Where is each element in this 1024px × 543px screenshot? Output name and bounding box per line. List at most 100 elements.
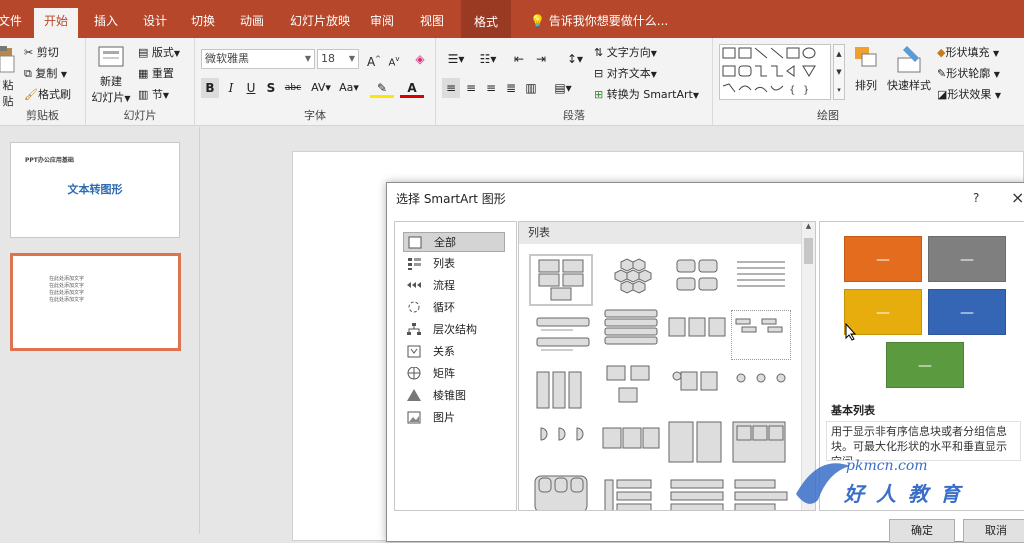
increase-indent-icon[interactable]: ⇥ [532,49,550,69]
tab-view[interactable]: 视图 [410,8,454,38]
category-cycle[interactable]: 循环 [403,298,505,318]
tab-transitions[interactable]: 切换 [181,8,225,38]
shapes-gallery[interactable]: {} [719,44,831,100]
change-case-icon[interactable]: Aa▾ [335,78,363,98]
smartart-basic-list[interactable] [529,254,593,306]
category-all[interactable]: 全部 [403,232,505,252]
effects-icon: ◪ [937,88,948,101]
smartart-half-circle-list[interactable] [533,424,593,474]
svg-text:{: { [789,85,795,96]
smartart-vertical-bullet-list[interactable] [533,314,593,364]
category-picture[interactable]: 图片 [403,408,505,428]
all-icon [408,236,422,249]
ok-button[interactable]: 确定 [889,519,955,543]
align-left-icon[interactable]: ≡ [442,78,460,98]
tab-review[interactable]: 审阅 [360,8,404,38]
char-spacing-icon[interactable]: AV▾ [307,78,335,98]
tab-home[interactable]: 开始 [34,8,79,38]
paste-button[interactable]: 粘贴 [0,44,18,109]
columns-icon[interactable]: ▤▾ [550,78,576,98]
smartart-hexagon-list[interactable] [601,256,661,306]
cycle-icon [408,301,420,313]
shadow-icon[interactable]: S [262,78,280,98]
smartart-grouped-box-list[interactable] [731,420,791,470]
watermark-brand: 好人教育 [844,482,972,506]
slide-thumbnail-pane: PPT办公应用基础 文本转图形 在此处添加文字 在此处添加文字 在此处添加文字 … [0,127,200,534]
shape-outline-button[interactable]: ✎形状轮廓 ▼ [937,65,1000,81]
smartart-stacked-list[interactable] [601,308,661,358]
smartart-grouped-list[interactable] [667,256,727,306]
lightbulb-icon: 💡 [530,14,545,28]
smartart-vertical-block-list[interactable] [667,478,727,510]
tab-format[interactable]: 格式 [461,0,511,38]
smartart-picture-caption-list[interactable] [601,364,661,414]
smartart-circle-list[interactable] [667,368,727,418]
format-painter-button[interactable]: 🖌格式刷 [24,86,71,102]
decrease-indent-icon[interactable]: ⇤ [510,49,528,69]
category-matrix[interactable]: 矩阵 [403,364,505,384]
quick-styles-button[interactable]: 快速样式 [885,44,933,93]
numbering-icon[interactable]: ☷▾ [474,49,502,69]
layout-button[interactable]: ▤ 版式▼ [138,44,180,60]
shapes-scroll[interactable]: ▲ ▼ ▾ [833,44,845,100]
smartart-chevron-list[interactable] [601,424,661,474]
category-hierarchy[interactable]: 层次结构 [403,320,505,340]
text-direction-button[interactable]: ⇅ 文字方向▼ [594,44,657,60]
underline-icon[interactable]: U [242,78,260,98]
font-family-select[interactable]: 微软雅黑 ▼ [201,49,315,69]
smartart-target-list[interactable] [533,474,593,510]
category-process[interactable]: 流程 [403,276,505,296]
smartart-dot-list[interactable] [731,368,791,418]
arrange-icon [855,47,877,67]
font-size-select[interactable]: 18 ▼ [317,49,359,69]
italic-icon[interactable]: I [222,78,240,98]
align-right-icon[interactable]: ≡ [482,78,500,98]
smartart-line-list[interactable] [731,256,791,306]
category-list-item[interactable]: 列表 [403,254,505,274]
convert-smartart-button[interactable]: ⊞ 转换为 SmartArt▼ [594,86,699,102]
align-center-icon[interactable]: ≡ [462,78,480,98]
group-font: 微软雅黑 ▼ 18 ▼ A^ Av ◈ B I U S abc AV▾ Aa▾ ✎ … [195,38,436,126]
tab-slideshow[interactable]: 幻灯片放映 [280,8,360,38]
copy-button[interactable]: ⧉ 复制 ▼ [24,65,67,81]
tab-file[interactable]: 文件 [0,8,32,38]
slide-thumbnail-2[interactable]: 在此处添加文字 在此处添加文字 在此处添加文字 在此处添加文字 [10,253,181,351]
cut-button[interactable]: ✂ 剪切 [24,44,59,60]
arrange-button[interactable]: 排列 [851,44,881,93]
align-text-button[interactable]: ⊟ 对齐文本▼ [594,65,657,81]
bold-icon[interactable]: B [201,78,219,98]
category-relationship[interactable]: 关系 [403,342,505,362]
tab-design[interactable]: 设计 [133,8,177,38]
reset-button[interactable]: ▦ 重置 [138,65,174,81]
distribute-icon[interactable]: ▥ [522,78,540,98]
bullets-icon[interactable]: ☰▾ [442,49,470,69]
strikethrough-icon[interactable]: abc [282,78,304,98]
smartart-box-list[interactable] [667,420,727,470]
slide-thumbnail-1[interactable]: PPT办公应用基础 文本转图形 [10,142,180,238]
tab-animations[interactable]: 动画 [230,8,274,38]
shape-effects-button[interactable]: ◪形状效果 ▼ [937,86,1001,102]
smartart-vertical-box-list[interactable] [533,368,593,418]
highlight-icon[interactable]: ✎ [370,78,394,98]
close-icon[interactable]: × [1011,188,1024,207]
shape-fill-button[interactable]: ◆形状填充 ▼ [937,44,999,60]
smartart-segmented-list[interactable] [731,478,791,510]
font-color-icon[interactable]: A [400,78,424,98]
tell-me-box[interactable]: 💡 告诉我你想要做什么... [520,8,678,38]
line-spacing-icon[interactable]: ↕▾ [562,49,588,69]
smartart-horizontal-bullet-list[interactable] [667,314,727,364]
smartart-table-list[interactable] [601,478,661,510]
clear-format-icon[interactable]: ◈ [411,49,429,69]
help-button[interactable]: ? [973,191,979,205]
watermark-url: pkmcn.com [846,458,928,474]
reset-icon: ▦ [138,67,149,80]
grow-font-icon[interactable]: A^ [365,49,383,69]
section-button[interactable]: ▥ 节▼ [138,86,169,102]
smartart-hierarchy-list[interactable] [731,310,791,360]
justify-icon[interactable]: ≣ [502,78,520,98]
cancel-button[interactable]: 取消 [963,519,1024,543]
shrink-font-icon[interactable]: Av [385,49,403,69]
category-pyramid[interactable]: 棱锥图 [403,386,505,406]
new-slide-button[interactable]: 新建 幻灯片▼ [88,44,134,105]
tab-insert[interactable]: 插入 [84,8,128,38]
